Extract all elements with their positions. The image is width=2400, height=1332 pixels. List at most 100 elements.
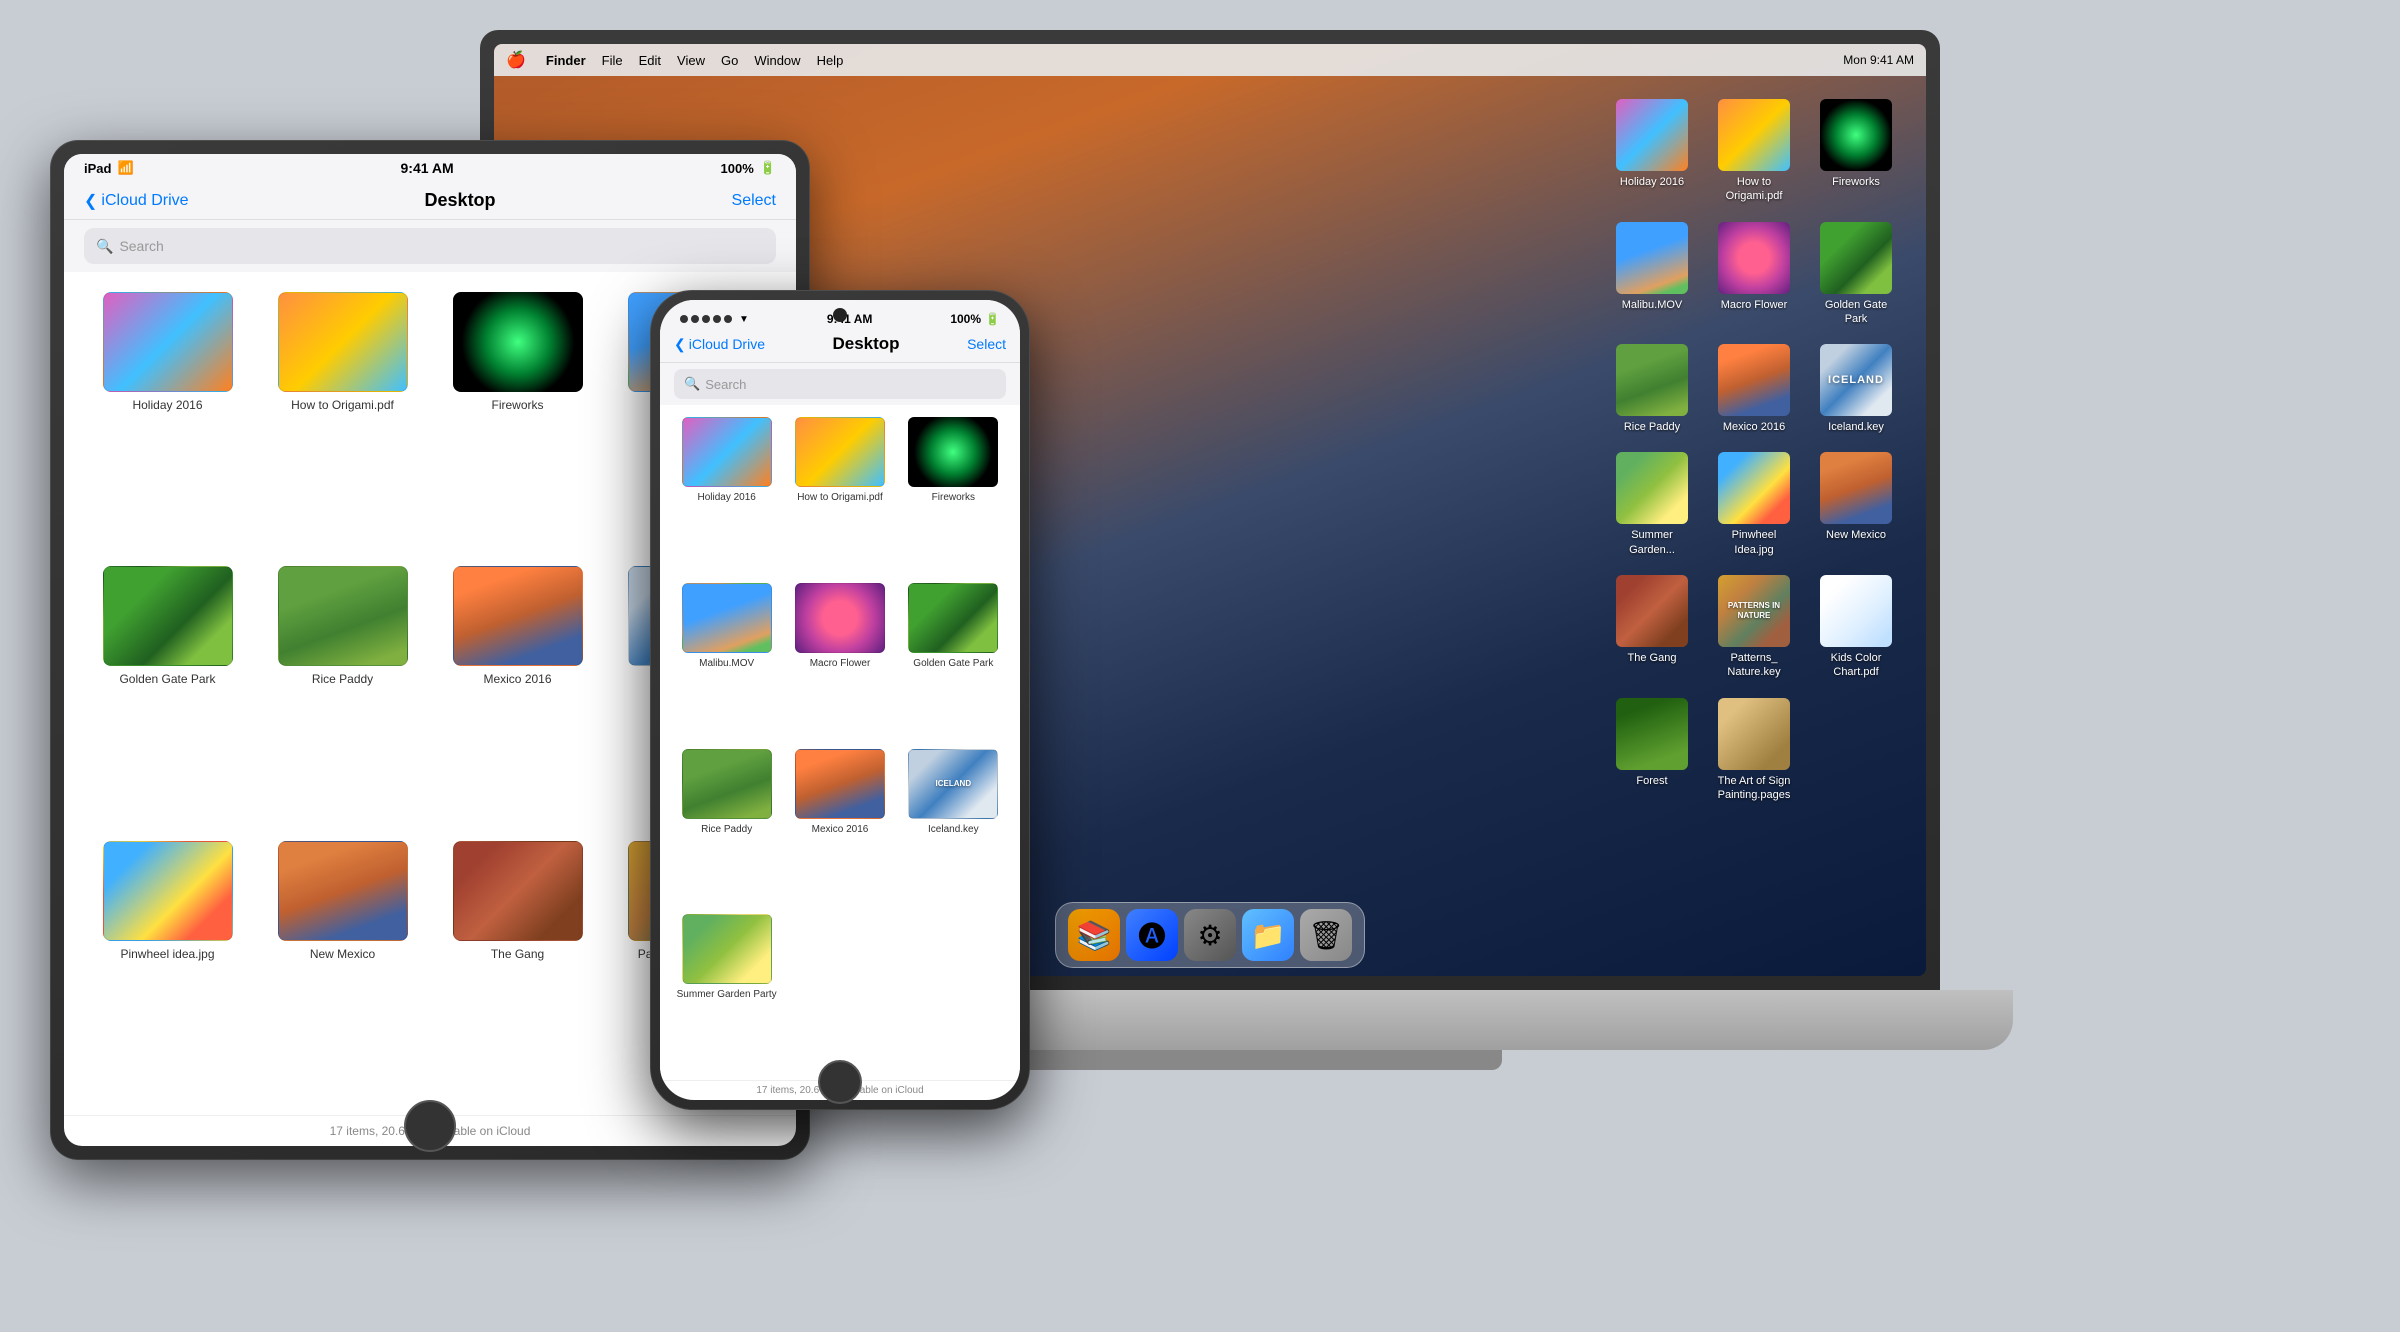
ipad-status-right: 100% 🔋 [721,160,776,176]
desktop-icon-gang[interactable]: The Gang [1607,575,1697,680]
icon-label: The Art of Sign Painting.pages [1714,774,1794,803]
file-thumb [103,566,233,666]
iphone-file-malibu[interactable]: Malibu.MOV [670,577,783,743]
dock-trash[interactable]: 🗑 [1300,909,1352,961]
signal-dot [702,315,710,323]
iphone-file-summer[interactable]: Summer Garden Party [670,908,783,1074]
menu-finder[interactable]: Finder [546,53,586,68]
icon-label: Mexico 2016 [1723,420,1785,434]
iphone-navbar: ❮ iCloud Drive Desktop Select [660,330,1020,363]
ipad-home-button[interactable] [404,1100,456,1152]
iphone-file-holiday[interactable]: Holiday 2016 [670,411,783,577]
desktop-icon-newmexico[interactable]: New Mexico [1811,452,1901,557]
iphone-back-label: iCloud Drive [689,336,765,352]
file-name: Pinwheel idea.jpg [120,947,214,963]
ipad-file-mexico[interactable]: Mexico 2016 [430,556,605,830]
file-thumb [682,583,772,653]
ipad-file-pinwheel[interactable]: Pinwheel idea.jpg [80,831,255,1105]
iphone-home-button[interactable] [818,1060,862,1104]
signal-dot [713,315,721,323]
icon-thumb [1718,99,1790,171]
carrier-label: ▼ [739,314,749,325]
dock-appstore[interactable]: 🅐 [1126,909,1178,961]
menu-view[interactable]: View [677,53,705,68]
file-thumb [908,583,998,653]
ipad-file-fireworks[interactable]: Fireworks [430,282,605,556]
dock-finder[interactable]: 📁 [1242,909,1294,961]
file-name: Golden Gate Park [913,657,993,670]
ipad-file-origami[interactable]: How to Origami.pdf [255,282,430,556]
iphone-file-origami[interactable]: How to Origami.pdf [783,411,896,577]
ipad-back-button[interactable]: ❮ iCloud Drive [84,191,189,211]
mac-dock: 📚 🅐 ⚙ 📁 🗑 [1055,902,1365,968]
icon-thumb [1718,344,1790,416]
ipad-navbar: ❮ iCloud Drive Desktop Select [64,182,796,220]
file-thumb [278,841,408,941]
iphone-file-iceland[interactable]: ICELAND Iceland.key [897,743,1010,909]
menu-help[interactable]: Help [817,53,844,68]
icon-label: Holiday 2016 [1620,175,1684,189]
ipad-select-button[interactable]: Select [732,192,776,210]
menu-go[interactable]: Go [721,53,738,68]
file-thumb [908,417,998,487]
apple-icon[interactable]: 🍎 [506,50,526,70]
menu-edit[interactable]: Edit [639,53,661,68]
ipad-model: iPad [84,161,111,176]
desktop-icon-summer[interactable]: Summer Garden... [1607,452,1697,557]
ipad-file-newmexico[interactable]: New Mexico [255,831,430,1105]
desktop-icon-iceland[interactable]: ICELAND Iceland.key [1811,344,1901,434]
file-name: How to Origami.pdf [797,491,883,504]
iphone-back-button[interactable]: ❮ iCloud Drive [674,336,765,353]
menu-window[interactable]: Window [754,53,800,68]
desktop-icon-artbook[interactable]: The Art of Sign Painting.pages [1709,698,1799,803]
ipad-file-golden[interactable]: Golden Gate Park [80,556,255,830]
iphone-file-rice[interactable]: Rice Paddy [670,743,783,909]
desktop-icon-kidschart[interactable]: Kids Color Chart.pdf [1811,575,1901,680]
iphone-file-macro[interactable]: Macro Flower [783,577,896,743]
desktop-icon-golden[interactable]: Golden Gate Park [1811,222,1901,327]
desktop-icon-mexico[interactable]: Mexico 2016 [1709,344,1799,434]
icon-thumb [1718,452,1790,524]
ipad-search-input[interactable]: 🔍 Search [84,228,776,264]
iphone-search-input[interactable]: 🔍 Search [674,369,1006,399]
iphone-select-button[interactable]: Select [967,336,1006,352]
iphone-file-golden[interactable]: Golden Gate Park [897,577,1010,743]
dock-books[interactable]: 📚 [1068,909,1120,961]
dock-settings[interactable]: ⚙ [1184,909,1236,961]
file-thumb [682,914,772,984]
icon-thumb [1820,575,1892,647]
ipad-file-rice[interactable]: Rice Paddy [255,556,430,830]
file-thumb [278,292,408,392]
icon-label: Malibu.MOV [1622,298,1683,312]
patterns-text: PATTERNS IN NATURE [1718,575,1790,647]
ipad-file-holiday[interactable]: Holiday 2016 [80,282,255,556]
desktop-icon-pinwheel[interactable]: Pinwheel Idea.jpg [1709,452,1799,557]
iphone-screen: ▼ 9:41 AM 100% 🔋 ❮ iCloud Drive Desktop … [660,300,1020,1100]
desktop-icon-forest[interactable]: Forest [1607,698,1697,803]
desktop-icon-patterns[interactable]: PATTERNS IN NATURE Patterns_ Nature.key [1709,575,1799,680]
icon-thumb [1820,222,1892,294]
desktop-icon-holiday2016[interactable]: Holiday 2016 [1607,99,1697,204]
file-thumb: ICELAND [908,749,998,819]
file-thumb [453,566,583,666]
iphone-nav-title: Desktop [765,334,967,354]
desktop-icon-malibu[interactable]: Malibu.MOV [1607,222,1697,327]
desktop-icon-fireworks[interactable]: Fireworks [1811,99,1901,204]
file-name: Holiday 2016 [132,398,202,414]
search-icon: 🔍 [96,238,113,255]
ipad-battery-pct: 100% [721,161,754,176]
file-name: Mexico 2016 [483,672,551,688]
file-thumb [795,583,885,653]
iphone-file-mexico[interactable]: Mexico 2016 [783,743,896,909]
icon-thumb [1616,698,1688,770]
desktop-icon-origami[interactable]: How to Origami.pdf [1709,99,1799,204]
file-thumb [453,841,583,941]
desktop-icon-rice[interactable]: Rice Paddy [1607,344,1697,434]
ipad-file-gang[interactable]: The Gang [430,831,605,1105]
desktop-icon-macro[interactable]: Macro Flower [1709,222,1799,327]
menu-file[interactable]: File [602,53,623,68]
battery-icon: 🔋 [985,312,1000,326]
ipad-time: 9:41 AM [401,160,454,176]
iphone-file-fireworks[interactable]: Fireworks [897,411,1010,577]
file-name: Golden Gate Park [119,672,215,688]
